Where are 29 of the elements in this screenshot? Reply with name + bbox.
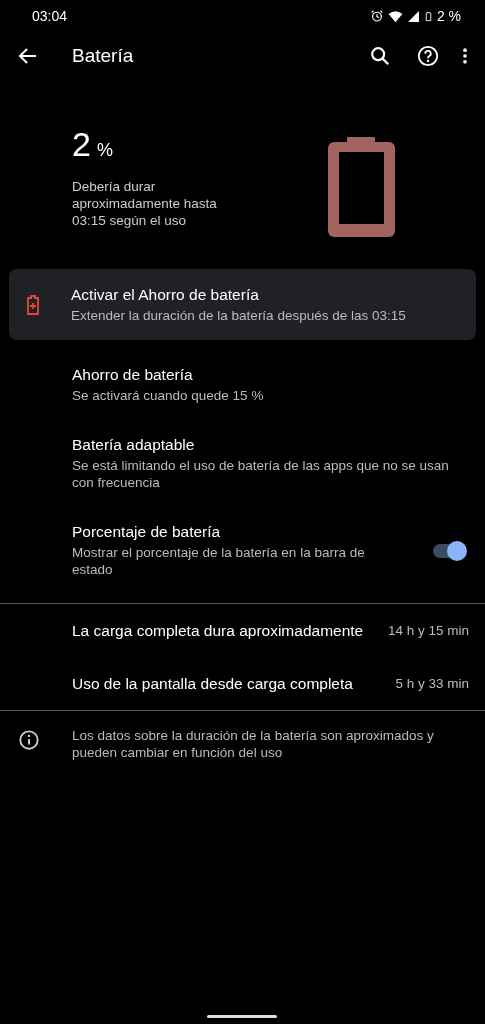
setting-title[interactable]: Batería adaptable bbox=[72, 436, 465, 454]
info-icon bbox=[18, 729, 40, 751]
percent-sign: % bbox=[96, 140, 113, 161]
wifi-icon bbox=[387, 8, 403, 24]
setting-summary: Mostrar el porcentaje de la batería en la barra de estado bbox=[72, 544, 366, 578]
signal-icon bbox=[406, 9, 420, 23]
stat-value: 14 h y 15 min bbox=[387, 623, 469, 638]
stat-label: Uso de la pantalla desde carga completa bbox=[72, 674, 354, 693]
battery-level: 2 bbox=[72, 125, 91, 164]
navigation-handle[interactable] bbox=[207, 1015, 277, 1018]
battery-saver-card[interactable]: Activar el Ahorro de batería Extender la duración de la batería después de las 03:15 bbox=[9, 269, 476, 340]
stat-label: La carga completa dura aproximadamente bbox=[72, 621, 365, 640]
battery-percentage: 2 % bbox=[436, 8, 461, 24]
page-title: Batería bbox=[72, 45, 135, 67]
card-title: Activar el Ahorro de batería bbox=[71, 286, 260, 304]
alarm-icon bbox=[369, 9, 384, 23]
info-text: Los datos sobre la duración de la batería son aproximados y pueden cambiar en función del uso bbox=[72, 727, 435, 761]
clock-time: 03:04 bbox=[32, 8, 68, 24]
battery-icon bbox=[328, 137, 395, 237]
toggle-switch[interactable] bbox=[433, 543, 465, 558]
setting-title[interactable]: Ahorro de batería bbox=[72, 366, 465, 384]
search-icon[interactable] bbox=[369, 45, 391, 67]
setting-title[interactable]: Porcentaje de batería bbox=[72, 523, 393, 541]
setting-summary: Se está limitando el uso de batería de las apps que no se usan con frecuencia bbox=[72, 457, 450, 491]
setting-summary: Se activará cuando quede 15 % bbox=[72, 387, 265, 404]
stat-value: 5 h y 33 min bbox=[395, 676, 469, 691]
card-subtitle: Extender la duración de la batería después de las 03:15 bbox=[71, 308, 406, 323]
help-icon[interactable] bbox=[417, 45, 439, 67]
battery-estimate: Debería durar aproximadamente hasta 03:15 según el uso bbox=[72, 178, 218, 229]
